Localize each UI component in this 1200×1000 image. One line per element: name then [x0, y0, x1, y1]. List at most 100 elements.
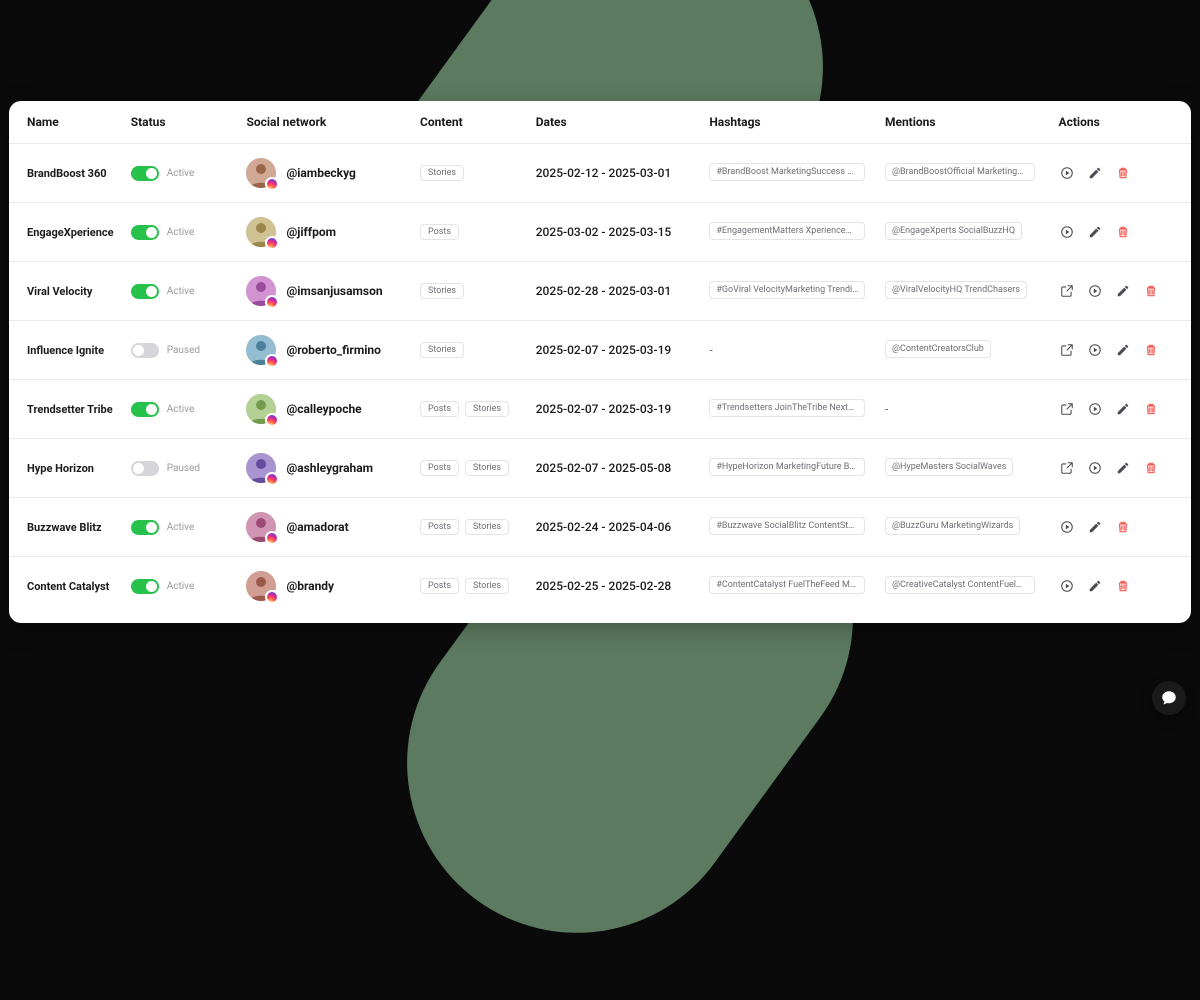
delete-button[interactable] — [1115, 519, 1131, 535]
campaign-name[interactable]: Viral Velocity — [9, 262, 125, 321]
hashtags-chip: #Buzzwave SocialBlitz ContentStorm — [709, 517, 865, 535]
delete-icon — [1116, 579, 1130, 593]
content-chip-posts: Posts — [420, 460, 459, 476]
share-button[interactable] — [1059, 283, 1075, 299]
campaigns-table: Name Status Social network Content Dates… — [9, 101, 1191, 615]
account-handle: @amadorat — [286, 520, 348, 534]
edit-button[interactable] — [1115, 460, 1131, 476]
share-icon — [1060, 284, 1074, 298]
social-account[interactable]: @imsanjusamson — [246, 276, 408, 306]
play-button[interactable] — [1087, 342, 1103, 358]
campaign-name[interactable]: Influence Ignite — [9, 321, 125, 380]
edit-button[interactable] — [1087, 224, 1103, 240]
content-chip-stories: Stories — [420, 165, 464, 181]
play-button[interactable] — [1059, 519, 1075, 535]
status-toggle[interactable] — [131, 402, 159, 417]
status-label: Paused — [167, 345, 200, 356]
share-button[interactable] — [1059, 401, 1075, 417]
status-label: Active — [167, 168, 195, 179]
social-account[interactable]: @jiffpom — [246, 217, 408, 247]
social-account[interactable]: @iambeckyg — [246, 158, 408, 188]
campaign-name[interactable]: Buzzwave Blitz — [9, 498, 125, 557]
delete-button[interactable] — [1115, 224, 1131, 240]
delete-button[interactable] — [1115, 578, 1131, 594]
play-button[interactable] — [1059, 578, 1075, 594]
mentions-chip: @ContentCreatorsClub — [885, 340, 991, 358]
play-icon — [1088, 343, 1102, 357]
play-button[interactable] — [1059, 165, 1075, 181]
delete-icon — [1116, 225, 1130, 239]
account-handle: @roberto_firmino — [286, 343, 380, 357]
edit-icon — [1116, 402, 1130, 416]
status-toggle[interactable] — [131, 225, 159, 240]
play-icon — [1060, 166, 1074, 180]
campaign-name[interactable]: Trendsetter Tribe — [9, 380, 125, 439]
edit-icon — [1088, 225, 1102, 239]
edit-button[interactable] — [1087, 578, 1103, 594]
campaign-name[interactable]: Content Catalyst — [9, 557, 125, 616]
play-button[interactable] — [1087, 460, 1103, 476]
status-toggle[interactable] — [131, 166, 159, 181]
play-icon — [1060, 225, 1074, 239]
edit-button[interactable] — [1087, 519, 1103, 535]
play-button[interactable] — [1059, 224, 1075, 240]
edit-icon — [1116, 343, 1130, 357]
date-range: 2025-02-07 - 2025-03-19 — [536, 343, 671, 357]
play-icon — [1088, 402, 1102, 416]
delete-button[interactable] — [1143, 342, 1159, 358]
mentions-chip: @BuzzGuru MarketingWizards — [885, 517, 1020, 535]
table-row: EngageXperienceActive@jiffpomPosts2025-0… — [9, 203, 1191, 262]
chat-widget-button[interactable] — [1152, 681, 1186, 715]
social-account[interactable]: @ashleygraham — [246, 453, 408, 483]
content-chip-stories: Stories — [465, 519, 509, 535]
edit-button[interactable] — [1115, 401, 1131, 417]
edit-icon — [1116, 284, 1130, 298]
play-button[interactable] — [1087, 283, 1103, 299]
status-toggle[interactable] — [131, 343, 159, 358]
delete-button[interactable] — [1115, 165, 1131, 181]
content-chip-stories: Stories — [465, 460, 509, 476]
account-handle: @jiffpom — [286, 225, 336, 239]
share-icon — [1060, 343, 1074, 357]
edit-button[interactable] — [1115, 283, 1131, 299]
account-handle: @imsanjusamson — [286, 284, 382, 298]
table-row: Trendsetter TribeActive@calleypochePosts… — [9, 380, 1191, 439]
delete-icon — [1144, 284, 1158, 298]
play-icon — [1088, 461, 1102, 475]
delete-button[interactable] — [1143, 460, 1159, 476]
campaign-name[interactable]: Hype Horizon — [9, 439, 125, 498]
play-button[interactable] — [1087, 401, 1103, 417]
campaign-name[interactable]: EngageXperience — [9, 203, 125, 262]
content-chip-stories: Stories — [465, 401, 509, 417]
mentions-chip: @EngageXperts SocialBuzzHQ — [885, 222, 1022, 240]
delete-button[interactable] — [1143, 283, 1159, 299]
delete-icon — [1144, 343, 1158, 357]
edit-button[interactable] — [1115, 342, 1131, 358]
date-range: 2025-02-12 - 2025-03-01 — [536, 166, 671, 180]
share-button[interactable] — [1059, 342, 1075, 358]
social-account[interactable]: @roberto_firmino — [246, 335, 408, 365]
date-range: 2025-02-07 - 2025-03-19 — [536, 402, 671, 416]
mentions-chip: @BrandBoostOfficial MarketingMasters — [885, 163, 1035, 181]
hashtags-empty: - — [709, 343, 712, 357]
status-toggle[interactable] — [131, 284, 159, 299]
mentions-chip: @ViralVelocityHQ TrendChasers — [885, 281, 1027, 299]
status-toggle[interactable] — [131, 579, 159, 594]
delete-icon — [1116, 166, 1130, 180]
social-account[interactable]: @calleypoche — [246, 394, 408, 424]
edit-button[interactable] — [1087, 165, 1103, 181]
col-header-status: Status — [125, 101, 241, 144]
share-button[interactable] — [1059, 460, 1075, 476]
campaign-name[interactable]: BrandBoost 360 — [9, 144, 125, 203]
social-account[interactable]: @brandy — [246, 571, 408, 601]
share-icon — [1060, 402, 1074, 416]
social-account[interactable]: @amadorat — [246, 512, 408, 542]
status-toggle[interactable] — [131, 520, 159, 535]
hashtags-chip: #ContentCatalyst FuelTheFeed MarketingM — [709, 576, 865, 594]
date-range: 2025-02-25 - 2025-02-28 — [536, 579, 671, 593]
delete-icon — [1144, 461, 1158, 475]
hashtags-chip: #BrandBoost MarketingSuccess BrandGrow — [709, 163, 865, 181]
status-toggle[interactable] — [131, 461, 159, 476]
delete-button[interactable] — [1143, 401, 1159, 417]
mentions-chip: @CreativeCatalyst ContentFuelHQ — [885, 576, 1035, 594]
